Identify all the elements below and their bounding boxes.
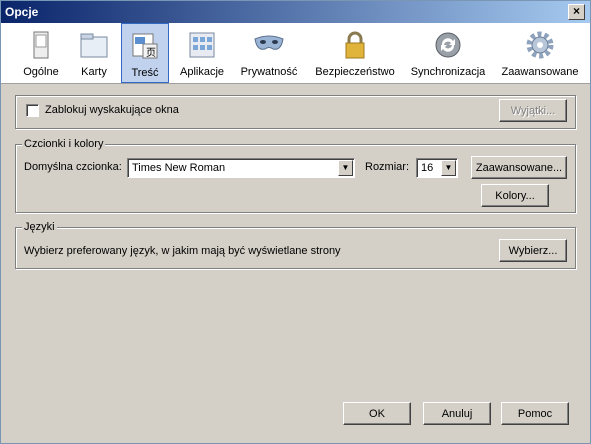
- tab-privacy-label: Prywatność: [240, 66, 298, 78]
- tabs-icon: [80, 33, 108, 58]
- help-button[interactable]: Pomoc: [501, 402, 569, 425]
- tab-general[interactable]: Ogólne: [17, 23, 65, 83]
- fonts-colors-group: Czcionki i kolory Domyślna czcionka: Tim…: [15, 138, 576, 213]
- tab-tabs-label: Karty: [81, 66, 107, 78]
- tab-security-label: Bezpieczeństwo: [315, 66, 395, 78]
- svg-text:页: 页: [146, 47, 156, 59]
- tab-content[interactable]: 页 Treść: [121, 23, 169, 83]
- sync-icon: [435, 32, 461, 58]
- tab-applications[interactable]: Aplikacje: [175, 23, 229, 83]
- languages-description: Wybierz preferowany język, w jakim mają …: [24, 245, 341, 257]
- font-size-label: Rozmiar:: [365, 161, 410, 173]
- advanced-fonts-button[interactable]: Zaawansowane...: [471, 156, 567, 179]
- tab-sync-label: Synchronizacja: [410, 66, 486, 78]
- exceptions-button[interactable]: Wyjątki...: [499, 99, 567, 122]
- popup-panel: Zablokuj wyskakujące okna Wyjątki...: [15, 95, 576, 129]
- choose-language-button[interactable]: Wybierz...: [499, 239, 567, 262]
- default-font-label: Domyślna czcionka:: [24, 161, 122, 173]
- tab-advanced[interactable]: Zaawansowane: [497, 23, 583, 83]
- tab-applications-label: Aplikacje: [179, 66, 225, 78]
- tab-advanced-label: Zaawansowane: [501, 66, 579, 78]
- tab-security[interactable]: Bezpieczeństwo: [311, 23, 399, 83]
- cancel-button[interactable]: Anuluj: [423, 402, 491, 425]
- title-bar[interactable]: Opcje ×: [1, 1, 590, 23]
- font-size-value: 16: [421, 162, 434, 174]
- colors-button[interactable]: Kolory...: [481, 184, 549, 207]
- default-font-value: Times New Roman: [132, 162, 226, 174]
- tab-sync[interactable]: Synchronizacja: [407, 23, 489, 83]
- tab-content-label: Treść: [131, 67, 159, 79]
- content-icon: 页: [132, 33, 158, 59]
- lock-icon: [345, 31, 365, 59]
- options-dialog: Opcje × Ogólne Karty 页 Treść Aplikacje P…: [0, 0, 591, 444]
- block-popups-label[interactable]: Zablokuj wyskakujące okna: [45, 104, 179, 116]
- applications-icon: [189, 32, 215, 58]
- chevron-down-icon[interactable]: ▼: [441, 160, 456, 176]
- fonts-colors-label: Czcionki i kolory: [22, 138, 106, 150]
- close-button[interactable]: ×: [568, 4, 585, 20]
- window-icon: [33, 31, 49, 59]
- default-font-select[interactable]: Times New Roman ▼: [127, 158, 355, 178]
- block-popups-checkbox[interactable]: [26, 104, 39, 117]
- font-size-select[interactable]: 16 ▼: [416, 158, 458, 178]
- window-title: Opcje: [5, 5, 39, 19]
- ok-button[interactable]: OK: [343, 402, 411, 425]
- languages-group: Języki Wybierz preferowany język, w jaki…: [15, 221, 576, 269]
- gear-icon: [526, 31, 554, 59]
- languages-label: Języki: [22, 221, 57, 233]
- options-toolbar: Ogólne Karty 页 Treść Aplikacje Prywatnoś…: [1, 23, 590, 84]
- chevron-down-icon[interactable]: ▼: [338, 160, 353, 176]
- mask-icon: [254, 35, 284, 50]
- tab-privacy[interactable]: Prywatność: [237, 23, 301, 83]
- tab-general-label: Ogólne: [23, 66, 59, 78]
- tab-tabs[interactable]: Karty: [71, 23, 117, 83]
